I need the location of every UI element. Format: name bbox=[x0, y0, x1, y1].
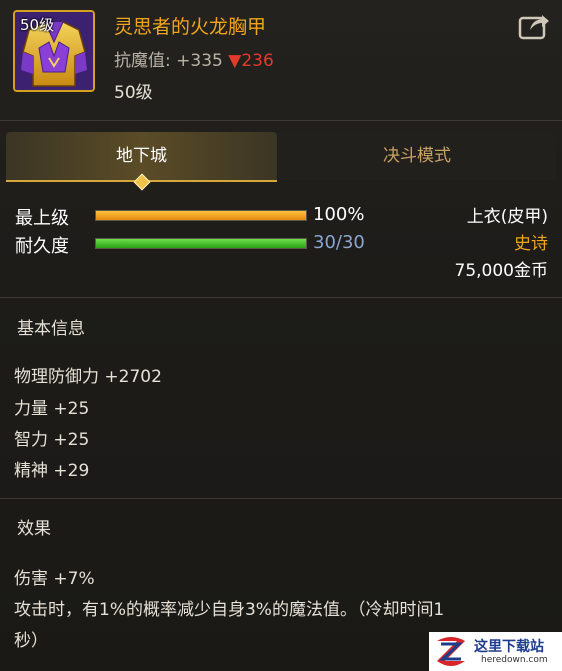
mode-tabs: 地下城 决斗模式 bbox=[6, 132, 556, 191]
header-divider bbox=[0, 120, 562, 121]
upgrade-bar-fill bbox=[96, 211, 306, 220]
item-rarity: 史诗 bbox=[514, 234, 548, 254]
basic-info-title: 基本信息 bbox=[17, 319, 85, 339]
basic-stat-line: 力量 +25 bbox=[14, 399, 90, 419]
share-icon[interactable] bbox=[518, 12, 550, 40]
effect-line: 伤害 +7% bbox=[14, 569, 95, 589]
site-watermark: 这里下载站 heredown.com bbox=[429, 632, 562, 671]
effect-line: 攻击时，有1%的概率减少自身3%的魔法值。（冷却时间1 bbox=[14, 600, 445, 620]
watermark-title: 这里下载站 bbox=[474, 639, 544, 655]
magic-resist-stat: 抗魔值: +335 ▼236 bbox=[114, 46, 274, 71]
durability-bar bbox=[95, 238, 307, 249]
item-icon[interactable]: 50级 bbox=[13, 10, 95, 92]
site-logo-icon bbox=[437, 637, 465, 666]
stat-label: 抗魔值: bbox=[114, 51, 171, 71]
stat-value: +335 bbox=[176, 51, 223, 71]
section-divider bbox=[0, 498, 562, 499]
item-name: 灵思者的火龙胸甲 bbox=[114, 16, 267, 38]
watermark-url: heredown.com bbox=[481, 655, 548, 665]
basic-stat-line: 智力 +25 bbox=[14, 430, 90, 450]
item-tooltip-panel: 50级 灵思者的火龙胸甲 抗魔值: +335 ▼236 50级 地下城 决斗模式… bbox=[0, 0, 562, 671]
durability-bar-fill bbox=[96, 239, 306, 248]
basic-stat-line: 物理防御力 +2702 bbox=[14, 367, 162, 387]
durability-label: 耐久度 bbox=[15, 236, 69, 257]
basic-stat-line: 精神 +29 bbox=[14, 461, 90, 481]
section-divider bbox=[0, 297, 562, 298]
upgrade-label: 最上级 bbox=[15, 208, 69, 229]
durability-value: 30/30 bbox=[313, 232, 365, 253]
item-level-badge: 50级 bbox=[20, 16, 55, 34]
upgrade-value: 100% bbox=[313, 204, 365, 225]
upgrade-bar bbox=[95, 210, 307, 221]
item-level: 50级 bbox=[114, 83, 153, 103]
effects-title: 效果 bbox=[17, 519, 51, 539]
stat-diff: ▼236 bbox=[228, 51, 274, 71]
effect-line: 秒） bbox=[14, 631, 48, 651]
item-price: 75,000金币 bbox=[454, 261, 548, 281]
item-slot: 上衣(皮甲) bbox=[466, 207, 548, 227]
item-header: 50级 灵思者的火龙胸甲 抗魔值: +335 ▼236 50级 bbox=[0, 0, 562, 118]
tab-pvp[interactable]: 决斗模式 bbox=[278, 132, 556, 180]
